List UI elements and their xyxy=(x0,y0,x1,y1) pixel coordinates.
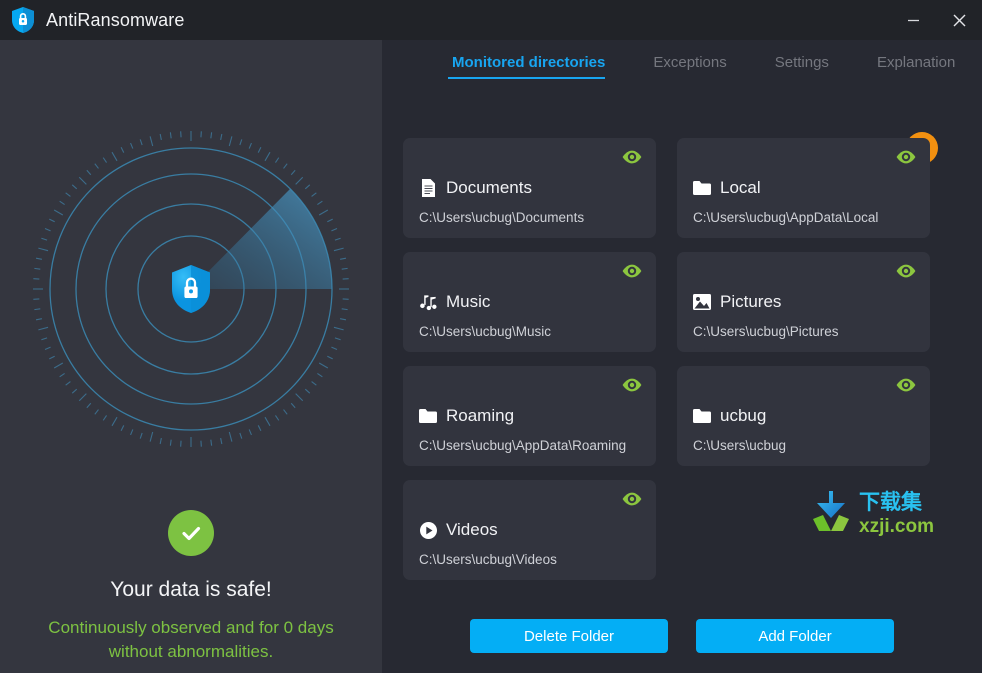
watermark-logo: 下载集 xzji.com xyxy=(809,487,954,539)
radar-shield-lock-graphic xyxy=(30,128,352,536)
folder-name: Pictures xyxy=(720,292,782,311)
window-controls xyxy=(890,0,982,40)
document-icon xyxy=(419,179,437,197)
folder-icon xyxy=(419,407,437,425)
folder-name: Videos xyxy=(446,520,498,539)
folder-path: C:\Users\ucbug\Pictures xyxy=(693,324,839,339)
folder-card-header: ucbug xyxy=(693,406,766,426)
folder-icon xyxy=(693,179,711,197)
folder-path: C:\Users\ucbug xyxy=(693,438,787,453)
minimize-icon xyxy=(907,19,919,21)
folder-path: C:\Users\ucbug\AppData\Roaming xyxy=(419,438,627,453)
folder-name: ucbug xyxy=(720,406,767,425)
app-window: AntiRansomware Your data is safe! Contin… xyxy=(0,0,982,673)
folder-card[interactable]: Documents C:\Users\ucbug\Documents xyxy=(403,138,656,238)
eye-icon[interactable] xyxy=(622,378,642,397)
image-icon xyxy=(693,293,711,311)
action-button-row: Delete Folder Add Folder xyxy=(382,619,982,653)
folder-card-header: Local xyxy=(693,178,761,198)
shield-lock-icon xyxy=(12,7,34,33)
folder-name: Documents xyxy=(446,178,532,197)
folder-path: C:\Users\ucbug\Documents xyxy=(419,210,585,225)
folder-card-header: Documents xyxy=(419,178,532,198)
green-check-circle-icon xyxy=(168,510,214,556)
folder-name: Local xyxy=(720,178,761,197)
right-content-panel: Monitored directories Exceptions Setting… xyxy=(382,40,982,673)
app-title: AntiRansomware xyxy=(46,9,185,30)
status-block: Your data is safe! Continuously observed… xyxy=(0,510,382,664)
tab-explanation[interactable]: Explanation xyxy=(853,54,979,79)
left-status-panel: Your data is safe! Continuously observed… xyxy=(0,40,382,673)
folder-card-header: Pictures xyxy=(693,292,781,312)
folder-path: C:\Users\ucbug\Videos xyxy=(419,552,557,567)
tab-monitored-directories[interactable]: Monitored directories xyxy=(424,54,629,79)
title-bar: AntiRansomware xyxy=(0,0,982,40)
eye-icon[interactable] xyxy=(622,492,642,511)
status-subtitle: Continuously observed and for 0 days wit… xyxy=(48,618,334,662)
folder-card-header: Videos xyxy=(419,520,498,540)
folder-card[interactable]: Videos C:\Users\ucbug\Videos xyxy=(403,480,656,580)
svg-text:下载集: 下载集 xyxy=(859,490,923,514)
folder-card-header: Roaming xyxy=(419,406,514,426)
status-title: Your data is safe! xyxy=(110,578,272,601)
folder-path: C:\Users\ucbug\Music xyxy=(419,324,552,339)
folder-card[interactable]: Pictures C:\Users\ucbug\Pictures xyxy=(677,252,930,352)
folder-name: Music xyxy=(446,292,491,311)
folder-card[interactable]: Music C:\Users\ucbug\Music xyxy=(403,252,656,352)
close-icon xyxy=(953,14,965,26)
folder-icon xyxy=(693,407,711,425)
folder-path: C:\Users\ucbug\AppData\Local xyxy=(693,210,879,225)
delete-folder-button[interactable]: Delete Folder xyxy=(470,619,668,653)
tab-bar: Monitored directories Exceptions Setting… xyxy=(424,54,979,79)
play-circle-icon xyxy=(419,521,437,539)
tab-exceptions[interactable]: Exceptions xyxy=(629,54,750,79)
eye-icon[interactable] xyxy=(622,150,642,169)
eye-icon[interactable] xyxy=(896,378,916,397)
svg-text:xzji.com: xzji.com xyxy=(859,516,934,537)
add-folder-button[interactable]: Add Folder xyxy=(696,619,894,653)
eye-icon[interactable] xyxy=(896,150,916,169)
eye-icon[interactable] xyxy=(896,264,916,283)
folder-card[interactable]: ucbug C:\Users\ucbug xyxy=(677,366,930,466)
folder-card-header: Music xyxy=(419,292,490,312)
music-note-icon xyxy=(419,293,437,311)
folder-name: Roaming xyxy=(446,406,515,425)
folder-card[interactable]: Roaming C:\Users\ucbug\AppData\Roaming xyxy=(403,366,656,466)
eye-icon[interactable] xyxy=(622,264,642,283)
folder-card[interactable]: Local C:\Users\ucbug\AppData\Local xyxy=(677,138,930,238)
minimize-button[interactable] xyxy=(890,0,936,40)
close-button[interactable] xyxy=(936,0,982,40)
tab-settings[interactable]: Settings xyxy=(751,54,853,79)
